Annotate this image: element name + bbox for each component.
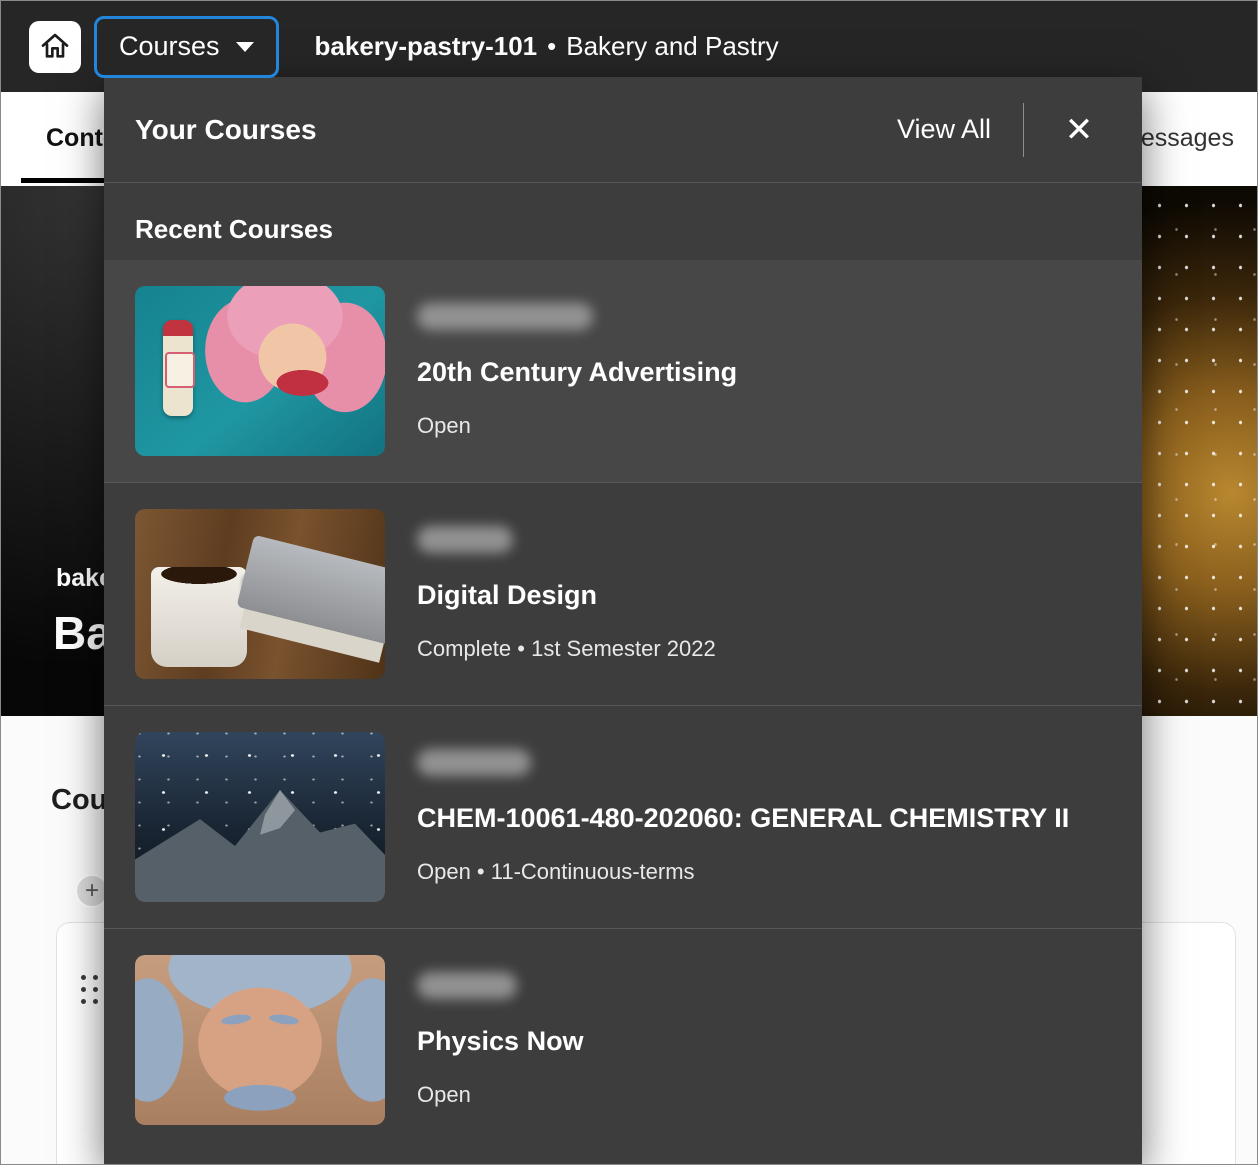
course-info: 20th Century Advertising Open	[417, 303, 737, 439]
course-status: Open	[417, 413, 737, 439]
header-divider	[1023, 103, 1024, 157]
drag-dot	[93, 987, 98, 992]
drag-handle[interactable]	[81, 975, 98, 1004]
course-title: Physics Now	[417, 1026, 584, 1057]
course-row[interactable]: CHEM-10061-480-202060: GENERAL CHEMISTRY…	[104, 705, 1142, 928]
panel-title: Your Courses	[135, 114, 317, 146]
drag-dot	[93, 975, 98, 980]
course-title: CHEM-10061-480-202060: GENERAL CHEMISTRY…	[417, 803, 1069, 834]
course-info: Physics Now Open	[417, 972, 584, 1108]
course-row[interactable]: Digital Design Complete • 1st Semester 2…	[104, 482, 1142, 705]
course-status: Open	[417, 1082, 584, 1108]
breadcrumb-course-id: bakery-pastry-101	[315, 31, 538, 62]
course-id-redacted	[417, 303, 593, 330]
breadcrumb-separator: •	[547, 31, 556, 62]
course-status: Complete • 1st Semester 2022	[417, 636, 716, 662]
course-thumbnail	[135, 955, 385, 1125]
drag-dot	[93, 999, 98, 1004]
plus-icon: +	[85, 877, 99, 904]
courses-panel-header: Your Courses View All ✕	[104, 77, 1142, 183]
close-button[interactable]: ✕	[1056, 107, 1102, 153]
course-id-redacted	[417, 526, 513, 553]
home-button[interactable]	[29, 21, 81, 73]
drag-dot	[81, 999, 86, 1004]
course-id-redacted	[417, 972, 517, 999]
chevron-down-icon	[236, 42, 254, 52]
recent-course-list: 20th Century Advertising Open Digital De…	[104, 260, 1142, 1151]
home-icon	[39, 31, 71, 63]
courses-button-label: Courses	[119, 31, 220, 62]
drag-dot	[81, 975, 86, 980]
course-thumbnail	[135, 732, 385, 902]
course-title: Digital Design	[417, 580, 716, 611]
course-thumbnail	[135, 286, 385, 456]
hero-pastry-image	[1140, 186, 1257, 716]
course-row[interactable]: Physics Now Open	[104, 928, 1142, 1151]
course-title: 20th Century Advertising	[417, 357, 737, 388]
breadcrumb-course-name: Bakery and Pastry	[566, 31, 778, 62]
recent-courses-heading: Recent Courses	[135, 214, 1142, 245]
view-all-link[interactable]: View All	[897, 114, 991, 145]
course-type-icon	[239, 571, 271, 603]
course-status: Open • 11-Continuous-terms	[417, 859, 1069, 885]
course-row[interactable]: 20th Century Advertising Open	[104, 260, 1142, 482]
course-info: Digital Design Complete • 1st Semester 2…	[417, 526, 716, 662]
breadcrumb: bakery-pastry-101 • Bakery and Pastry	[315, 31, 779, 62]
drag-dot	[81, 987, 86, 992]
course-info: CHEM-10061-480-202060: GENERAL CHEMISTRY…	[417, 749, 1069, 885]
course-id-redacted	[417, 749, 531, 776]
screen: Courses bakery-pastry-101 • Bakery and P…	[0, 0, 1258, 1165]
course-thumbnail	[135, 509, 385, 679]
courses-dropdown-button[interactable]: Courses	[94, 16, 279, 78]
close-icon: ✕	[1065, 110, 1094, 150]
courses-panel: Your Courses View All ✕ Recent Courses 2…	[104, 77, 1142, 1164]
